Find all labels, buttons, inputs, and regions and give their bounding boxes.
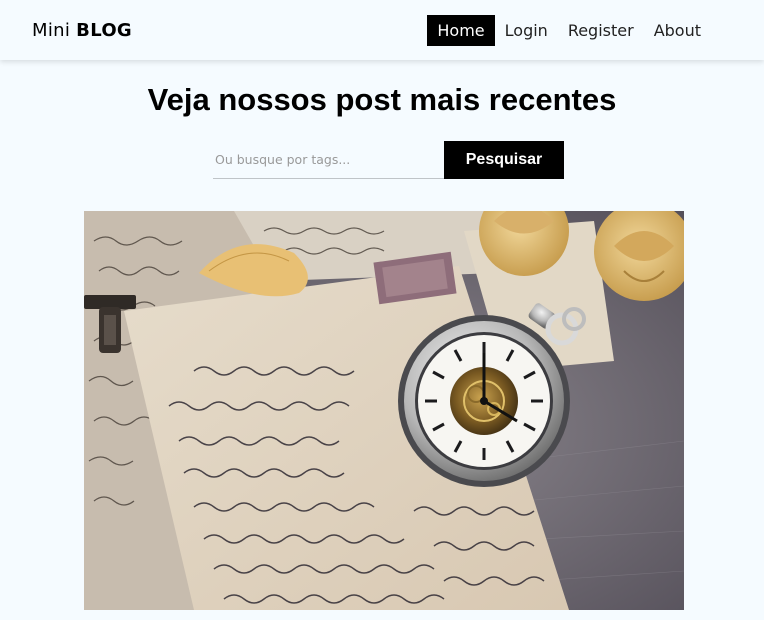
nav-link-login[interactable]: Login bbox=[495, 15, 558, 46]
navbar: Mini BLOG Home Login Register About bbox=[0, 0, 764, 60]
post-image[interactable] bbox=[84, 211, 684, 610]
brand-bold: BLOG bbox=[76, 19, 132, 41]
nav-link-register[interactable]: Register bbox=[558, 15, 644, 46]
search-button[interactable]: Pesquisar bbox=[444, 141, 564, 179]
search-input[interactable] bbox=[213, 141, 444, 179]
home-main: Veja nossos post mais recentes Pesquisar bbox=[0, 60, 764, 620]
search-form: Pesquisar bbox=[213, 141, 564, 179]
nav-link-home[interactable]: Home bbox=[427, 14, 495, 46]
nav-links: Home Login Register About bbox=[427, 14, 711, 46]
post-image-illustration bbox=[84, 211, 684, 610]
brand-light: Mini bbox=[32, 19, 71, 41]
brand-logo[interactable]: Mini BLOG bbox=[32, 20, 132, 41]
page-title: Veja nossos post mais recentes bbox=[147, 82, 617, 117]
nav-link-about[interactable]: About bbox=[644, 15, 711, 46]
